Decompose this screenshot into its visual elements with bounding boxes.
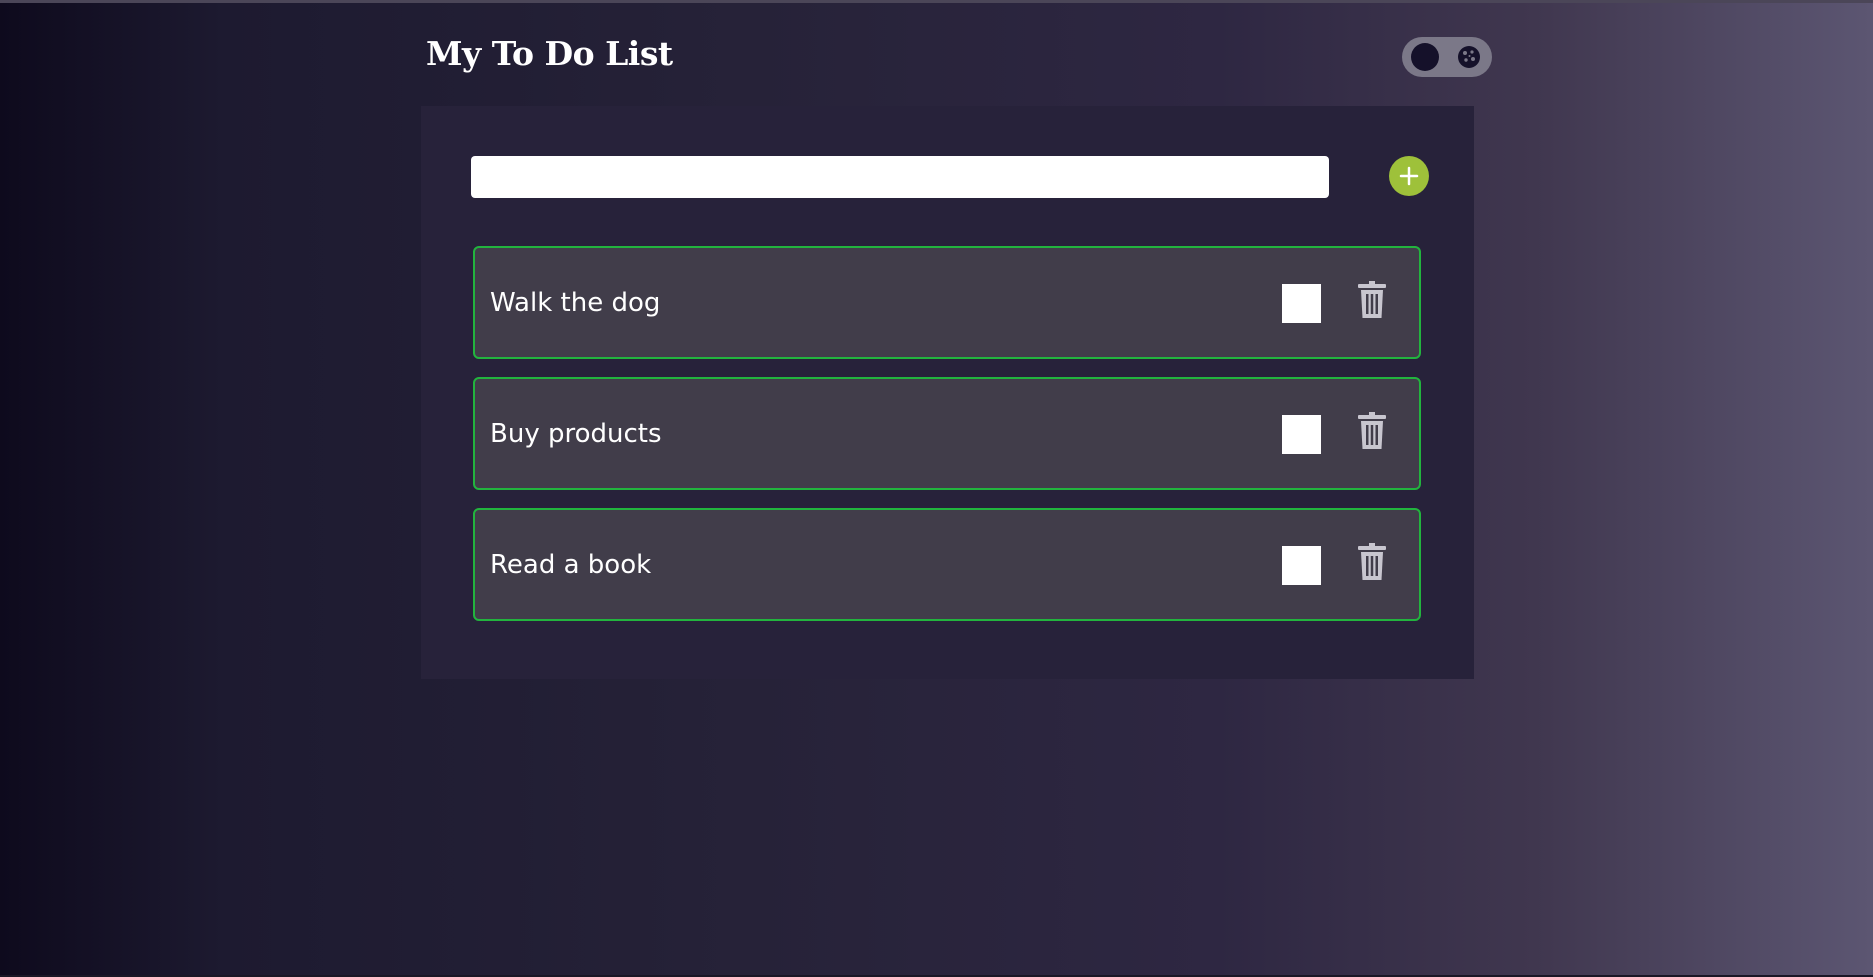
trash-icon[interactable] (1358, 281, 1386, 319)
task-label: Buy products (490, 418, 662, 449)
top-border (0, 0, 1873, 3)
page-title: My To Do List (426, 34, 673, 73)
add-task-button[interactable] (1389, 156, 1429, 196)
trash-icon[interactable] (1358, 412, 1386, 450)
task-item: Buy products (473, 377, 1421, 490)
task-item: Walk the dog (473, 246, 1421, 359)
task-list: Walk the dog Buy products Read a book (473, 246, 1421, 639)
task-label: Read a book (490, 549, 652, 580)
toggle-knob (1411, 43, 1439, 71)
task-item: Read a book (473, 508, 1421, 621)
task-complete-checkbox[interactable] (1282, 415, 1321, 454)
task-complete-checkbox[interactable] (1282, 284, 1321, 323)
task-complete-checkbox[interactable] (1282, 546, 1321, 585)
plus-icon (1399, 166, 1419, 186)
cookie-icon (1458, 46, 1480, 68)
task-label: Walk the dog (490, 287, 661, 318)
theme-toggle[interactable] (1402, 37, 1492, 77)
new-task-input[interactable] (471, 156, 1329, 198)
todo-panel: Walk the dog Buy products Read a book (421, 106, 1474, 679)
trash-icon[interactable] (1358, 543, 1386, 581)
